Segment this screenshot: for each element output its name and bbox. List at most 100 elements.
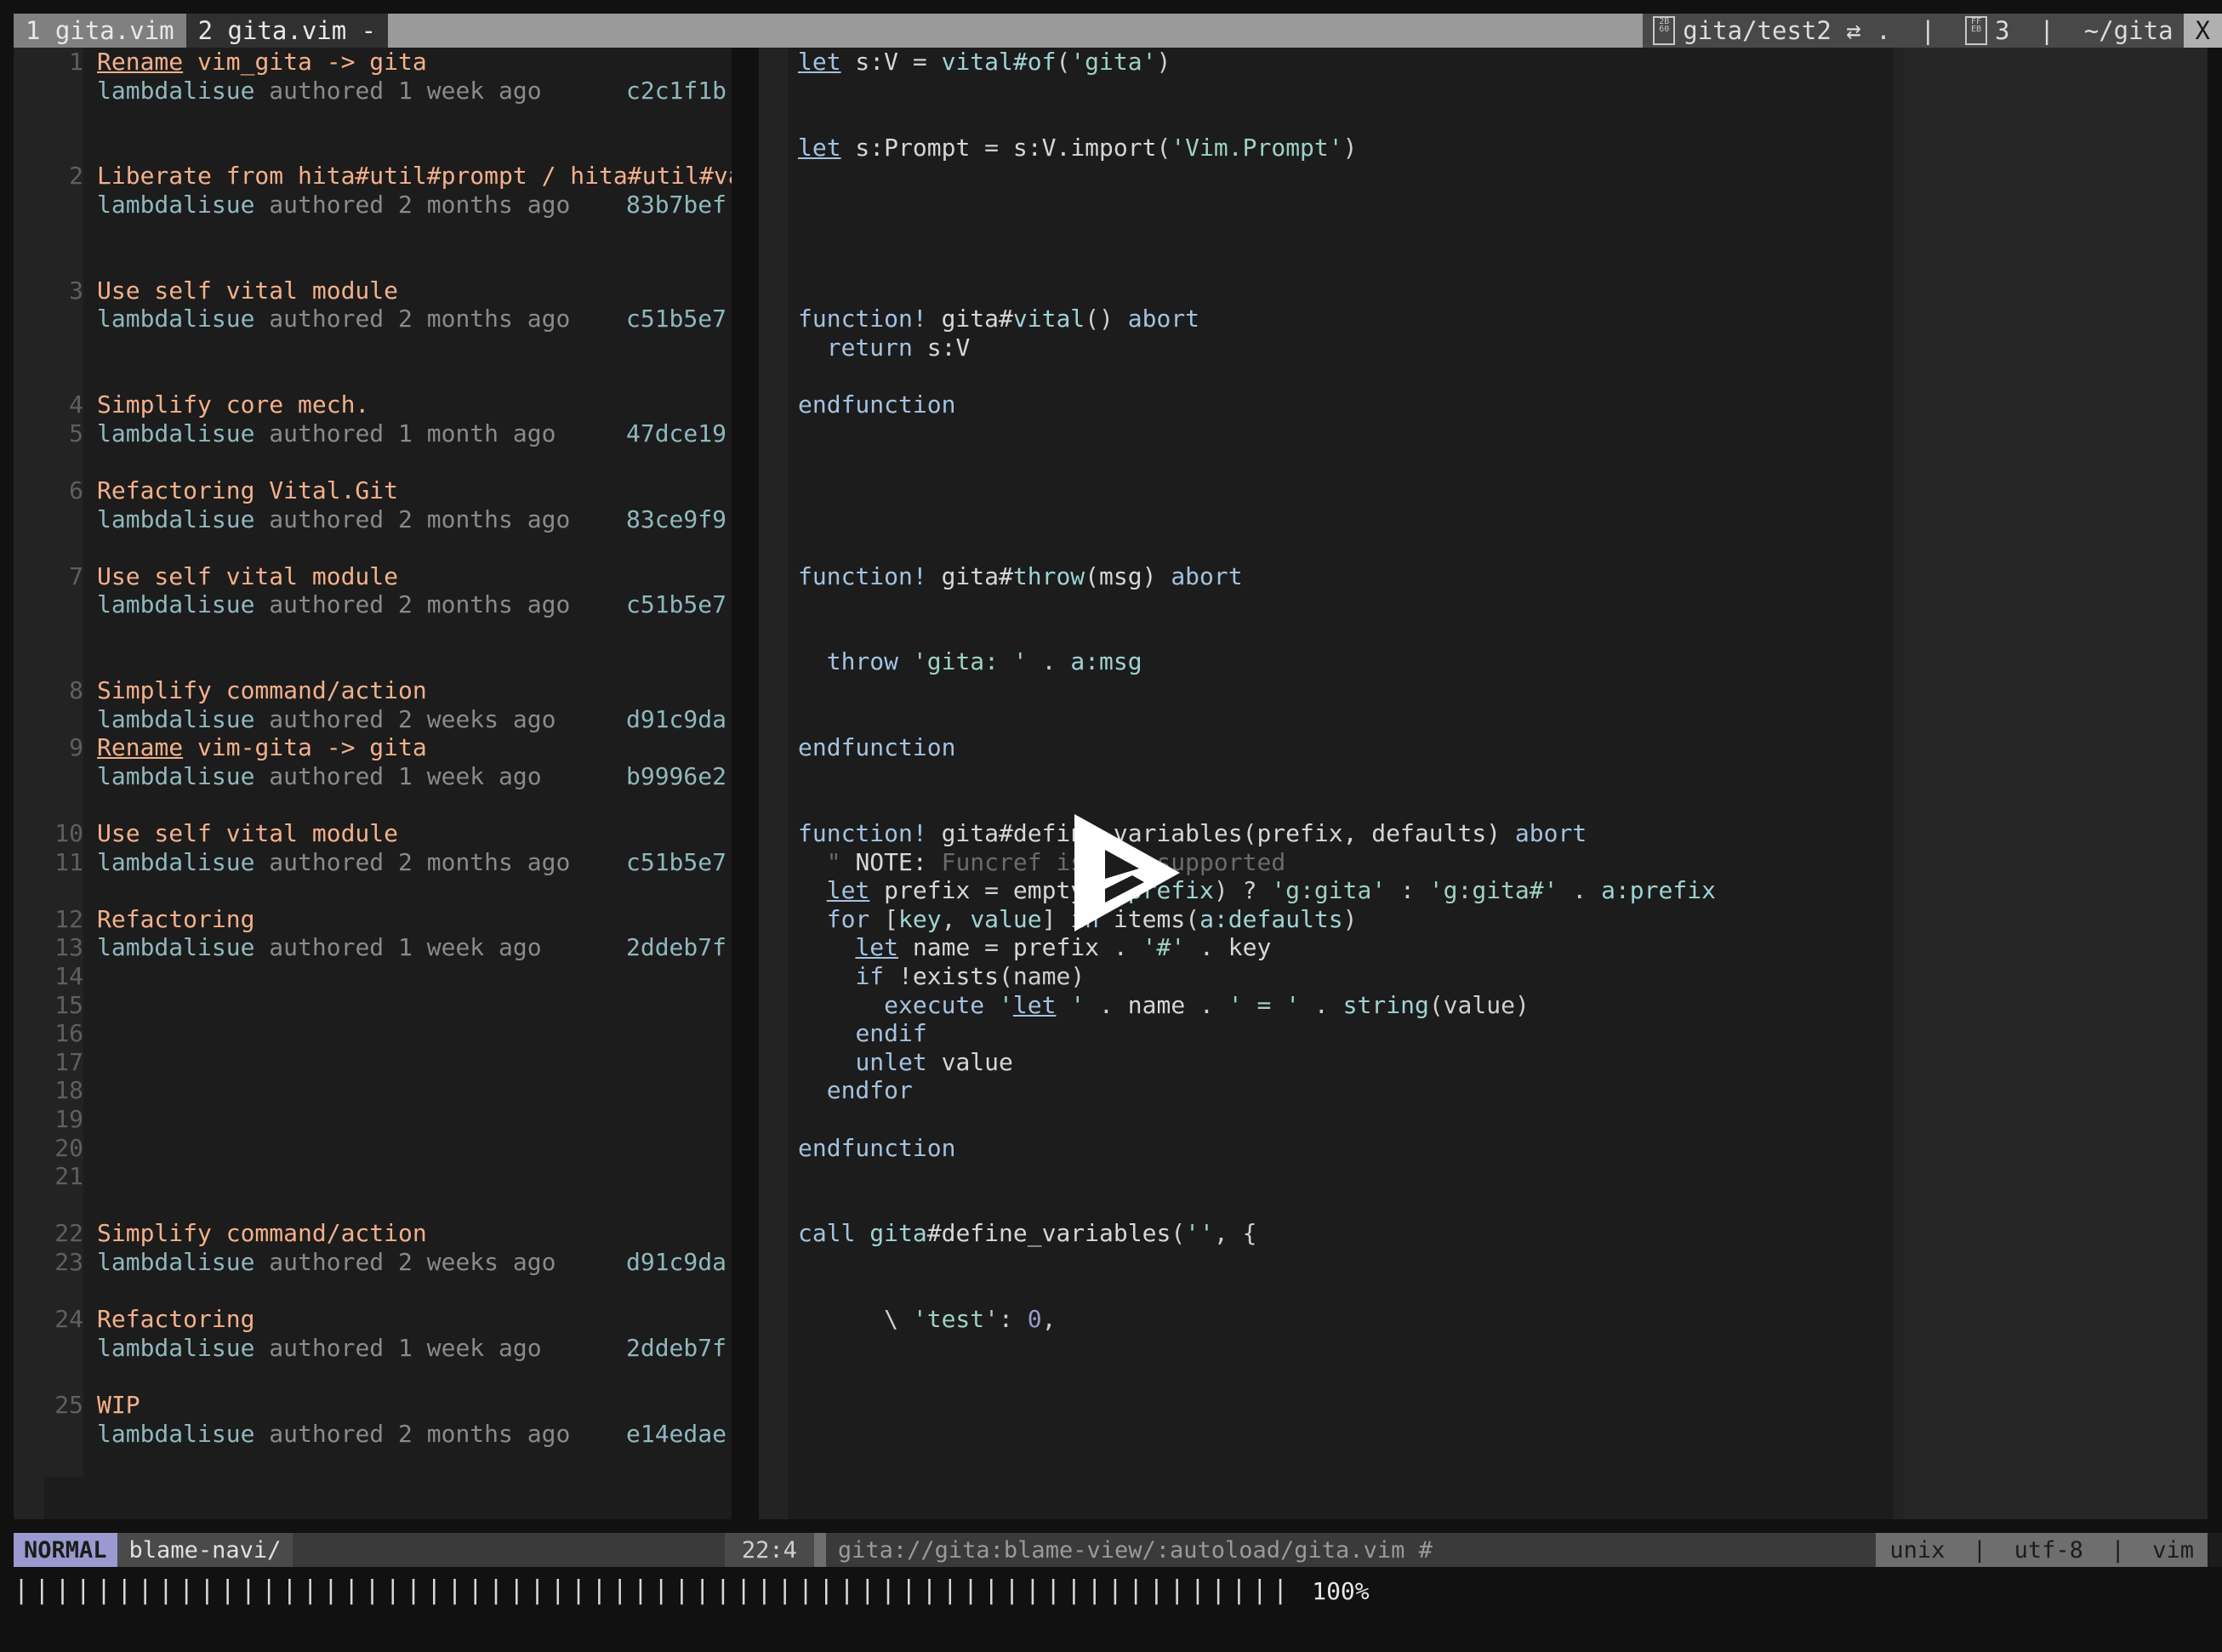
blame-row[interactable]: 13 lambdalisue authored 1 week ago 2ddeb7f [44,933,732,962]
code-line[interactable] [788,191,1893,219]
code-line[interactable] [788,1277,1893,1306]
code-line[interactable]: endif [788,1019,1893,1048]
blame-row[interactable]: lambdalisue authored 2 months ago c51b5e7 [44,305,732,333]
blame-row[interactable]: 25 WIP [44,1390,732,1420]
blame-row[interactable]: 21 [44,1162,732,1191]
commit-hash[interactable]: c2c1f1b [626,77,726,105]
code-line[interactable] [788,362,1893,391]
blame-row[interactable] [44,533,732,562]
blame-row[interactable]: 6 Refactoring Vital.Git [44,476,732,505]
blame-row[interactable]: 4 Simplify core mech. [44,390,732,419]
code-line[interactable] [788,590,1893,619]
blame-row[interactable]: 18 [44,1076,732,1105]
commit-hash[interactable]: 47dce19 [626,419,726,448]
blame-row[interactable]: 22 Simplify command/action [44,1219,732,1248]
blame-row[interactable]: lambdalisue authored 2 months ago 83ce9f9 [44,504,732,534]
code-line[interactable]: let name = prefix . '#' . key [788,933,1893,962]
code-line[interactable]: if !exists(name) [788,962,1893,991]
blame-row[interactable] [44,790,732,820]
blame-row[interactable]: 20 [44,1133,732,1163]
commit-hash[interactable]: d91c9da [626,705,726,734]
blame-row[interactable]: 19 [44,1104,732,1134]
progress-ticks[interactable]: ||||||||||||||||||||||||||||||||||||||||… [0,1567,1293,1615]
blame-row[interactable]: 1 Rename vim_gita -> gita [44,48,732,77]
code-line[interactable]: function! gita#vital() abort [788,305,1893,333]
blame-row[interactable] [44,362,732,391]
blame-row[interactable] [44,1276,732,1306]
code-line[interactable]: endfunction [788,390,1893,419]
commit-hash[interactable]: c51b5e7 [626,590,726,619]
blame-row[interactable]: 9 Rename vim-gita -> gita [44,733,732,762]
tab-2[interactable]: 2 gita.vim - [185,14,389,48]
blame-row[interactable]: lambdalisue authored 2 months ago e14edae [44,1419,732,1449]
close-icon[interactable]: X [2183,14,2222,48]
code-line[interactable] [788,1191,1893,1220]
code-line[interactable] [788,219,1893,248]
blame-row[interactable]: 16 [44,1019,732,1048]
code-line[interactable] [788,276,1893,305]
play-icon[interactable] [1073,812,1182,933]
blame-row[interactable]: lambdalisue authored 1 week ago 2ddeb7f [44,1333,732,1363]
commit-hash[interactable]: d91c9da [626,1248,726,1277]
blame-row[interactable]: 3 Use self vital module [44,276,732,305]
commit-hash[interactable]: c51b5e7 [626,305,726,333]
blame-row[interactable]: lambdalisue authored 1 week ago b9996e2 [44,761,732,791]
code-line[interactable] [788,533,1893,562]
code-line[interactable] [788,505,1893,534]
code-line[interactable] [788,1162,1893,1191]
blame-row[interactable] [44,248,732,276]
code-line[interactable]: throw 'gita: ' . a:msg [788,647,1893,676]
blame-row[interactable]: 14 [44,962,732,991]
code-line[interactable] [788,1248,1893,1277]
code-line[interactable]: return s:V [788,333,1893,362]
code-line[interactable]: endfor [788,1076,1893,1105]
commit-hash[interactable]: c51b5e7 [626,848,726,877]
blame-row[interactable]: 12 Refactoring [44,904,732,934]
code-line[interactable]: endfunction [788,1134,1893,1163]
code-line[interactable] [788,248,1893,276]
blame-row[interactable]: 17 [44,1047,732,1077]
code-text[interactable]: let s:V = vital#of('gita') let s:Prompt … [788,48,1893,1519]
blame-row[interactable]: 23 lambdalisue authored 2 weeks ago d91c9d… [44,1247,732,1277]
blame-row[interactable]: lambdalisue authored 2 months ago 83b7bef [44,190,732,219]
blame-row[interactable]: 11 lambdalisue authored 2 months ago c51b5… [44,847,732,877]
code-line[interactable] [788,162,1893,191]
blame-row[interactable]: 10 Use self vital module [44,819,732,848]
code-line[interactable]: function! gita#define_variables(prefix, … [788,819,1893,848]
code-line[interactable]: \ 'test': 0, [788,1305,1893,1334]
commit-hash[interactable]: 83b7bef [626,191,726,219]
commit-hash[interactable]: 2ddeb7f [626,1334,726,1363]
code-line[interactable]: for [key, value] in items(a:defaults) [788,905,1893,934]
blame-row[interactable] [44,105,732,134]
code-line[interactable] [788,619,1893,648]
code-line[interactable] [788,447,1893,476]
blame-navi-pane[interactable]: 1 Rename vim_gita -> gita lambdalisue auth… [0,48,745,1519]
tab-1[interactable]: 1 gita.vim [14,14,186,48]
code-line[interactable]: call gita#define_variables('', { [788,1219,1893,1248]
code-line[interactable]: endfunction [788,733,1893,762]
blame-row[interactable]: 2 Liberate from hita#util#prompt / hita#u… [44,162,732,191]
blame-row[interactable] [44,1190,732,1220]
blame-row[interactable] [44,1362,732,1391]
code-line[interactable]: " NOTE: Funcref is not supported [788,848,1893,877]
blame-row[interactable]: lambdalisue authored 2 weeks ago d91c9da [44,704,732,734]
code-line[interactable]: let s:Prompt = s:V.import('Vim.Prompt') [788,134,1893,162]
code-line[interactable] [788,1334,1893,1363]
blame-row[interactable] [44,133,732,162]
blame-row[interactable] [44,447,732,476]
code-line[interactable] [788,419,1893,448]
blame-row[interactable]: lambdalisue authored 1 week ago c2c1f1b [44,76,732,105]
code-line[interactable] [788,1105,1893,1134]
blame-row[interactable] [44,876,732,905]
code-line[interactable] [788,790,1893,819]
blame-row[interactable] [44,333,732,362]
source-code-pane[interactable]: let s:V = vital#of('gita') let s:Prompt … [745,48,1893,1519]
blame-row[interactable]: lambdalisue authored 2 months ago c51b5e7 [44,590,732,619]
blame-row[interactable]: 8 Simplify command/action [44,676,732,705]
commit-hash[interactable]: 83ce9f9 [626,505,726,534]
commit-hash[interactable]: 2ddeb7f [626,933,726,962]
code-line[interactable]: execute 'let ' . name . ' = ' . string(v… [788,991,1893,1020]
commit-hash[interactable]: e14edae [626,1420,726,1449]
code-line[interactable] [788,476,1893,505]
commit-hash[interactable]: b9996e2 [626,762,726,791]
